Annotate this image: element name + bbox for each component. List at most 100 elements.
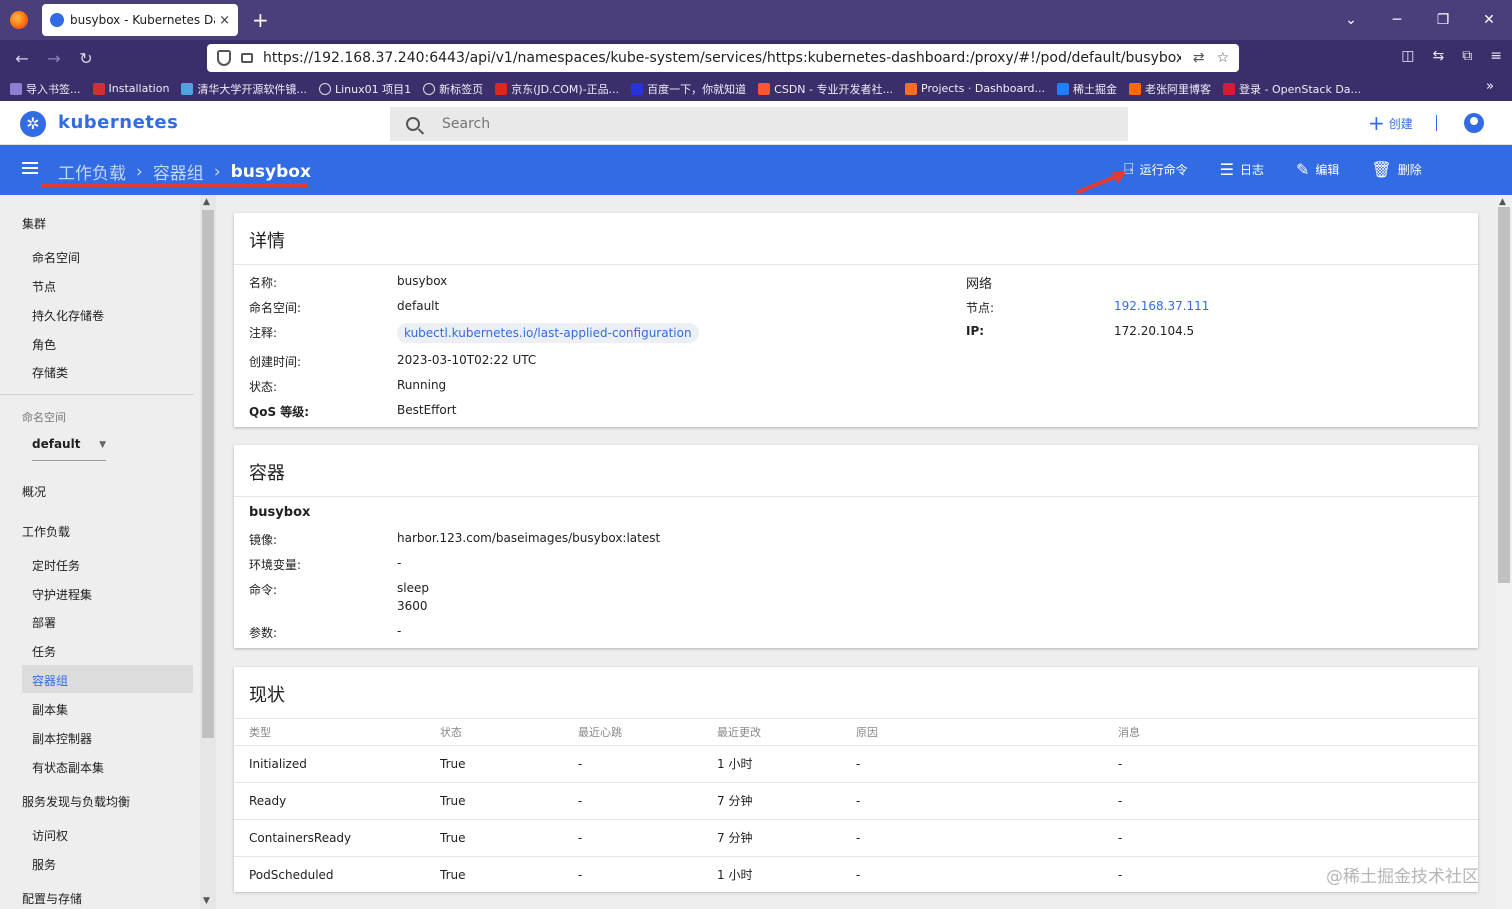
pocket-icon[interactable]: ◫	[1401, 48, 1414, 64]
trash-icon: 🗑	[1371, 159, 1392, 179]
bookmark-item[interactable]: 京东(JD.COM)-正品...	[495, 81, 619, 97]
translate-extension-icon[interactable]: ⇆	[1433, 48, 1445, 64]
address-bar[interactable]: https://192.168.37.240:6443/api/v1/names…	[207, 44, 1239, 72]
maximize-icon[interactable]: ❐	[1420, 12, 1466, 28]
bookmark-item[interactable]: Projects · Dashboard...	[905, 82, 1045, 95]
main-scroll-thumb[interactable]	[1498, 207, 1510, 583]
new-tab-button[interactable]: +	[252, 8, 269, 32]
edit-button[interactable]: ✎ 编辑	[1296, 159, 1339, 179]
sidebar-item-jobs[interactable]: 任务	[32, 643, 56, 660]
qos-value: BestEffort	[397, 403, 457, 417]
close-window-icon[interactable]: ✕	[1466, 12, 1512, 28]
table-cell: -	[563, 782, 702, 820]
logs-button[interactable]: ☰ 日志	[1220, 159, 1264, 179]
table-cell: ContainersReady	[234, 819, 425, 857]
annotation-arrow-icon	[1076, 172, 1126, 194]
sidebar-item-persistent-volumes[interactable]: 持久化存储卷	[32, 307, 104, 324]
sidebar-item-daemonsets[interactable]: 守护进程集	[32, 586, 92, 603]
namespace-select[interactable]: default ▼	[32, 437, 106, 461]
column-header[interactable]: 状态	[425, 719, 563, 746]
sidebar-scroll-thumb[interactable]	[202, 210, 214, 738]
sidebar-item-replication-controllers[interactable]: 副本控制器	[32, 730, 92, 747]
bookmark-item[interactable]: 稀土掘金	[1057, 81, 1117, 97]
sidebar-item-replicasets[interactable]: 副本集	[32, 701, 68, 718]
delete-button[interactable]: 🗑 删除	[1371, 159, 1421, 179]
globe-icon	[423, 82, 436, 95]
header-divider	[1436, 115, 1437, 131]
kubernetes-logo-icon[interactable]: ✲	[20, 111, 46, 137]
column-header[interactable]: 类型	[234, 719, 425, 746]
column-header[interactable]: 最近更改	[702, 719, 841, 746]
url-text[interactable]: https://192.168.37.240:6443/api/v1/names…	[263, 50, 1181, 66]
column-header[interactable]: 最近心跳	[563, 719, 702, 746]
juejin-icon	[1057, 82, 1070, 95]
bookmark-item[interactable]: CSDN - 专业开发者社...	[758, 81, 893, 97]
bookmark-item[interactable]: 新标签页	[423, 81, 483, 97]
bookmark-item[interactable]: Installation	[92, 82, 169, 95]
column-header[interactable]: 消息	[1103, 719, 1478, 746]
browser-tab[interactable]: busybox - Kubernetes Dashb ×	[42, 4, 238, 36]
search-icon	[406, 117, 420, 131]
sidebar-item-services[interactable]: 服务	[32, 856, 56, 873]
bookmarks-overflow-icon[interactable]: »	[1486, 79, 1494, 94]
forward-arrow-icon[interactable]: →	[38, 49, 70, 68]
annotation-chip[interactable]: kubectl.kubernetes.io/last-applied-confi…	[397, 323, 699, 343]
shield-icon[interactable]	[217, 50, 231, 66]
node-link[interactable]: 192.168.37.111	[1114, 299, 1209, 313]
sidebar-item-cluster[interactable]: 集群	[22, 215, 46, 232]
exec-button[interactable]: ⍈ 运行命令	[1124, 159, 1188, 179]
create-button[interactable]: + 创建	[1368, 111, 1413, 135]
column-header[interactable]: 原因	[841, 719, 1103, 746]
back-arrow-icon[interactable]: ←	[6, 49, 38, 68]
extensions-icon[interactable]: ⧉	[1462, 48, 1472, 64]
sidebar-item-namespaces[interactable]: 命名空间	[32, 249, 80, 266]
ip-value: 172.20.104.5	[1114, 324, 1195, 338]
sidebar-item-workloads[interactable]: 工作负载	[22, 523, 70, 540]
breadcrumb-workloads[interactable]: 工作负载	[58, 159, 126, 184]
tab-list-icon[interactable]: ⌄	[1328, 12, 1374, 28]
scroll-up-icon[interactable]: ▲	[203, 197, 210, 207]
menu-icon[interactable]: ≡	[1490, 48, 1502, 64]
table-cell: PodScheduled	[234, 856, 425, 894]
scroll-down-icon[interactable]: ▼	[203, 896, 210, 906]
conditions-card: 现状 类型 状态 最近心跳 最近更改 原因 消息 Initialized Tru…	[234, 667, 1478, 894]
main-scroll-up-icon[interactable]: ▲	[1499, 197, 1506, 207]
bookmark-item[interactable]: 导入书签...	[10, 81, 81, 97]
sidebar-item-config-storage[interactable]: 配置与存储	[22, 890, 82, 907]
breadcrumb-pods[interactable]: 容器组	[153, 159, 204, 184]
sidebar-item-nodes[interactable]: 节点	[32, 278, 56, 295]
table-cell: -	[1103, 782, 1478, 820]
chevron-right-icon: ›	[213, 161, 221, 182]
z-icon	[92, 82, 105, 95]
create-label: 创建	[1388, 116, 1413, 131]
sidebar-item-discovery[interactable]: 服务发现与负载均衡	[22, 793, 130, 810]
firefox-logo-icon[interactable]	[10, 11, 28, 29]
translate-icon[interactable]: ⇄	[1193, 50, 1205, 66]
tab-close-icon[interactable]: ×	[219, 13, 230, 28]
bookmark-item[interactable]: Linux01 项目1	[318, 81, 411, 97]
lock-warning-icon[interactable]	[241, 53, 253, 63]
account-icon[interactable]	[1464, 113, 1484, 133]
namespace-label: 命名空间	[22, 411, 66, 424]
bookmark-item[interactable]: 清华大学开源软件镜...	[181, 81, 307, 97]
hamburger-menu-icon[interactable]	[22, 162, 38, 174]
table-cell: True	[425, 819, 563, 857]
window-controls: ⌄ ─ ❐ ✕	[1328, 0, 1512, 40]
bookmark-item[interactable]: 百度一下，你就知道	[631, 81, 746, 97]
brand-name[interactable]: kubernetes	[58, 112, 178, 133]
sidebar-item-ingresses[interactable]: 访问权	[32, 827, 68, 844]
sidebar-item-cronjobs[interactable]: 定时任务	[32, 557, 80, 574]
minimize-icon[interactable]: ─	[1374, 12, 1420, 28]
status-value: Running	[397, 378, 447, 392]
reload-icon[interactable]: ↻	[70, 49, 102, 68]
sidebar-item-roles[interactable]: 角色	[32, 336, 56, 353]
bookmark-star-icon[interactable]: ☆	[1216, 50, 1229, 66]
sidebar-item-overview[interactable]: 概况	[22, 483, 46, 500]
bookmark-item[interactable]: 老张阿里博客	[1129, 81, 1211, 97]
sidebar-item-pods[interactable]: 容器组	[32, 672, 68, 689]
sidebar-item-deployments[interactable]: 部署	[32, 614, 56, 631]
sidebar-item-statefulsets[interactable]: 有状态副本集	[32, 759, 104, 776]
search-input[interactable]: Search	[390, 107, 1128, 141]
bookmark-item[interactable]: 登录 - OpenStack Da...	[1223, 81, 1361, 97]
sidebar-item-storage-classes[interactable]: 存储类	[32, 364, 68, 381]
